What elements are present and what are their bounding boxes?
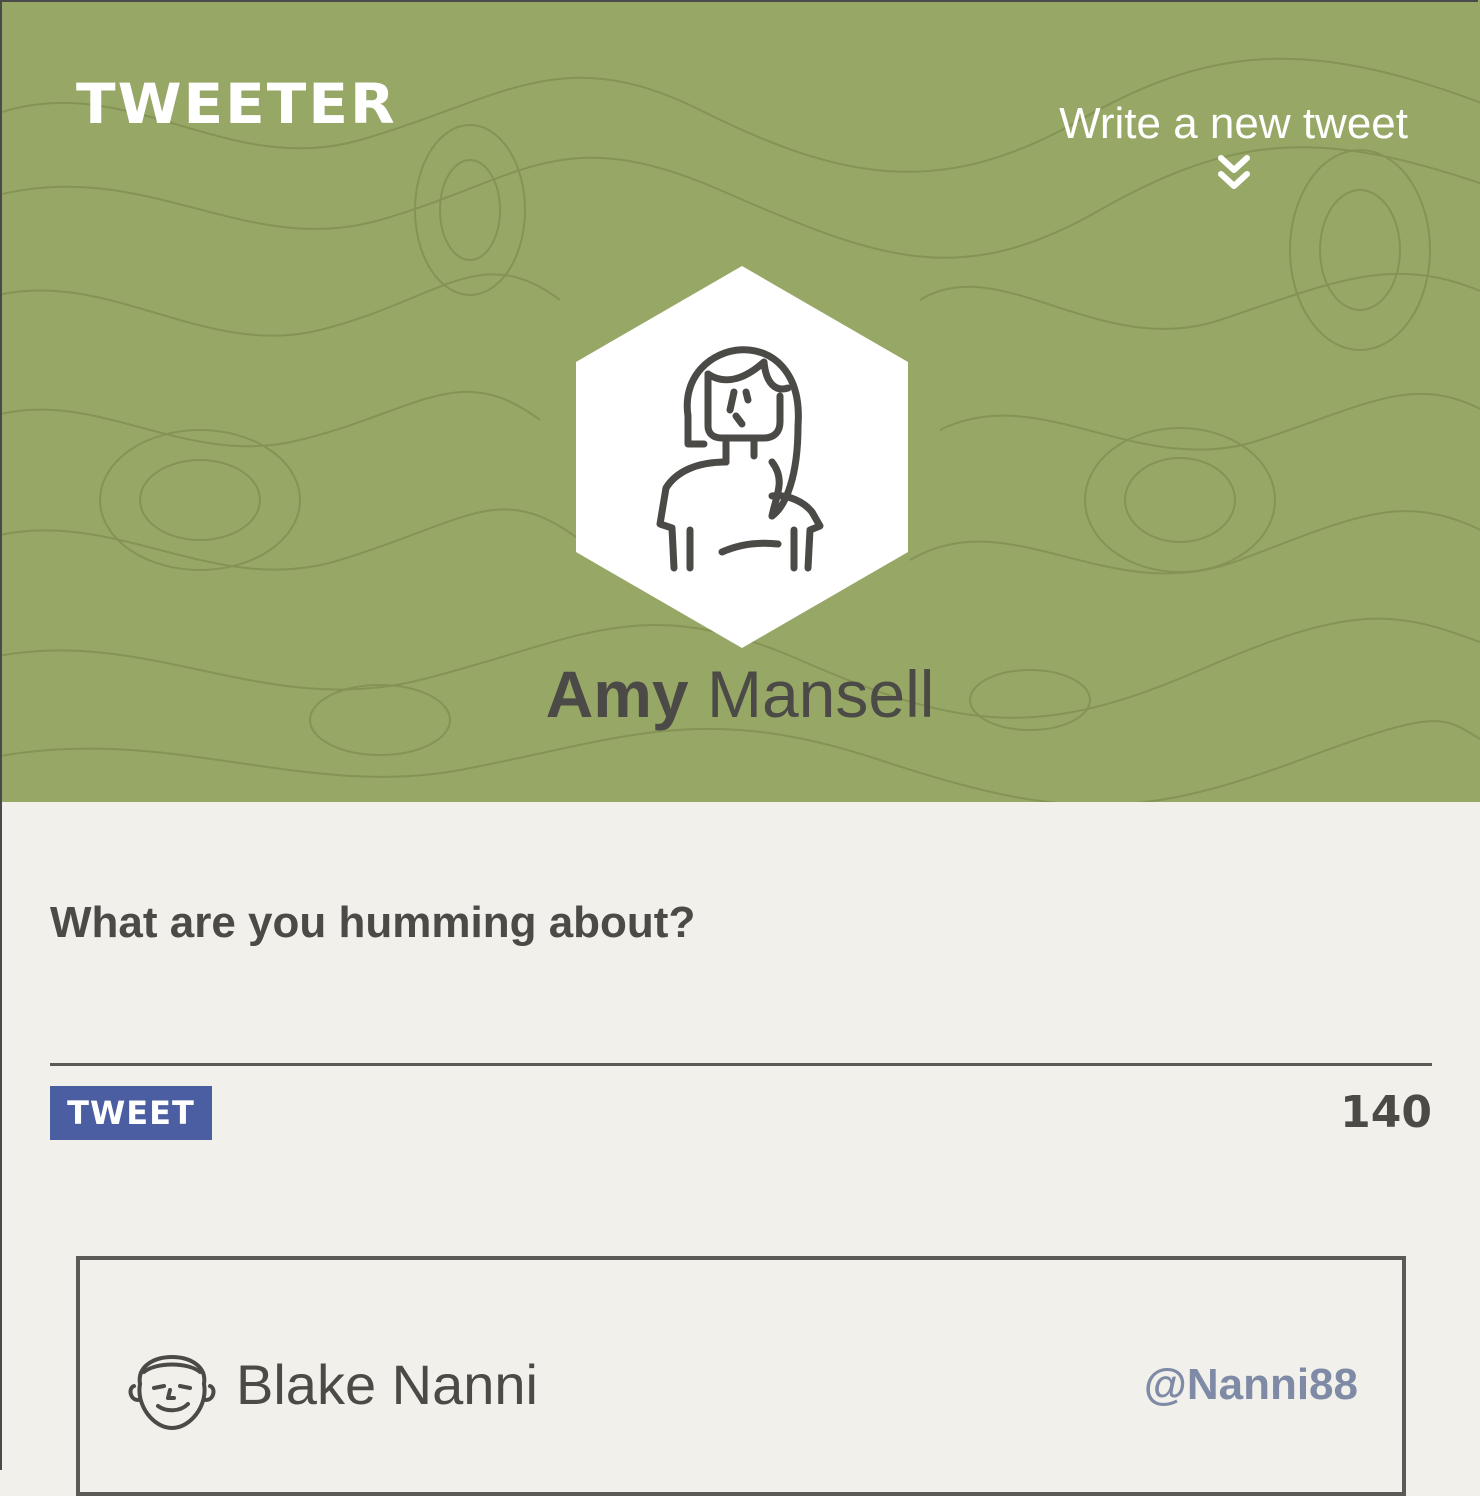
tweet-author-handle[interactable]: @Nanni88 (1144, 1360, 1358, 1410)
profile-first-name: Amy (545, 657, 689, 731)
man-avatar-icon (128, 1355, 216, 1430)
profile-header: TWEETER Write a new tweet Amy Mansell (0, 0, 1480, 802)
profile-name: Amy Mansell (0, 656, 1480, 732)
tweet-card: Blake Nanni @Nanni88 (76, 1256, 1406, 1496)
write-new-tweet-link[interactable]: Write a new tweet (1059, 96, 1408, 192)
tweet-button[interactable]: TWEET (50, 1086, 212, 1140)
profile-last-name: Mansell (706, 657, 935, 731)
tweet-input[interactable] (50, 960, 1432, 1066)
compose-label: What are you humming about? (50, 898, 696, 947)
brand-logo[interactable]: TWEETER (76, 72, 397, 137)
write-new-tweet-label: Write a new tweet (1059, 99, 1408, 148)
char-counter: 140 (1340, 1087, 1432, 1138)
compose-form: What are you humming about? TWEET 140 (50, 880, 1432, 1140)
tweet-author-name[interactable]: Blake Nanni (236, 1352, 538, 1417)
woman-avatar-icon (576, 266, 908, 648)
double-chevron-down-icon (1217, 155, 1250, 189)
